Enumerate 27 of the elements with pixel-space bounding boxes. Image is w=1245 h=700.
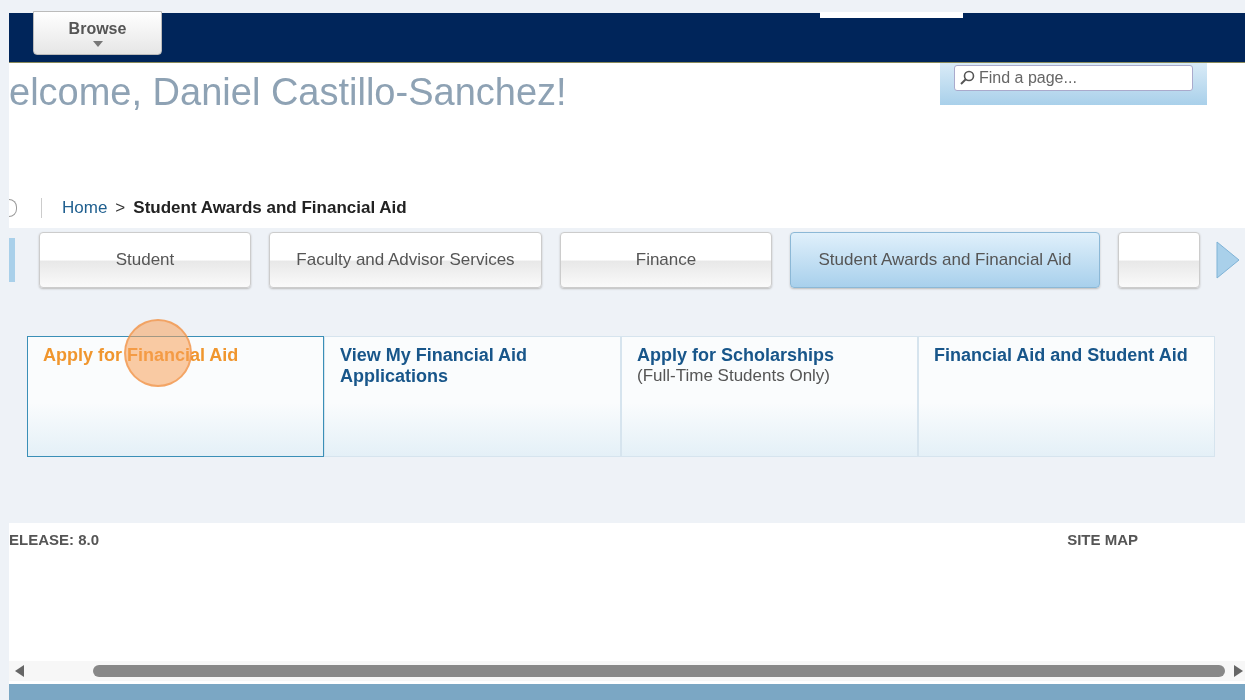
link-card[interactable]: Apply for Scholarships (Full-Time Students Only) xyxy=(621,336,918,457)
search-field[interactable]: Find a page... xyxy=(954,65,1193,91)
site-map-link[interactable]: SITE MAP xyxy=(1067,531,1138,661)
next-arrow-icon[interactable] xyxy=(1215,240,1241,280)
breadcrumb-separator: > xyxy=(115,198,126,218)
search-icon xyxy=(959,70,975,86)
caret-icon xyxy=(92,41,103,47)
card-link[interactable]: Apply for Scholarships xyxy=(637,345,902,366)
welcome-heading: elcome, Daniel Castillo-Sanchez! xyxy=(9,71,567,114)
card-note: (Full-Time Students Only) xyxy=(637,366,832,386)
link-card[interactable]: Financial Aid and Student Aid xyxy=(918,336,1215,457)
scroll-thumb[interactable] xyxy=(93,665,1225,677)
card-link[interactable]: Financial Aid and Student Aid xyxy=(934,345,1199,366)
nav-tab[interactable]: Student Awards and Financial Aid xyxy=(790,232,1100,288)
home-link[interactable]: Home xyxy=(62,198,108,218)
card-link[interactable]: View My Financial Aid Applications xyxy=(340,345,605,387)
browse-button[interactable]: Browse xyxy=(33,11,162,55)
release-label: ELEASE: 8.0 xyxy=(9,531,100,550)
scroll-left-icon[interactable] xyxy=(15,665,25,677)
nav-tab[interactable]: Finance xyxy=(560,232,772,288)
nav-tab[interactable] xyxy=(1118,232,1200,288)
link-card[interactable]: View My Financial Aid Applications xyxy=(324,336,621,457)
breadcrumb-current: Student Awards and Financial Aid xyxy=(133,198,407,218)
nav-tab[interactable]: Student xyxy=(39,232,251,288)
nav-tab[interactable]: Faculty and Advisor Services xyxy=(269,232,542,288)
scroll-right-icon[interactable] xyxy=(1233,665,1243,677)
horizontal-scrollbar[interactable] xyxy=(9,661,1245,681)
